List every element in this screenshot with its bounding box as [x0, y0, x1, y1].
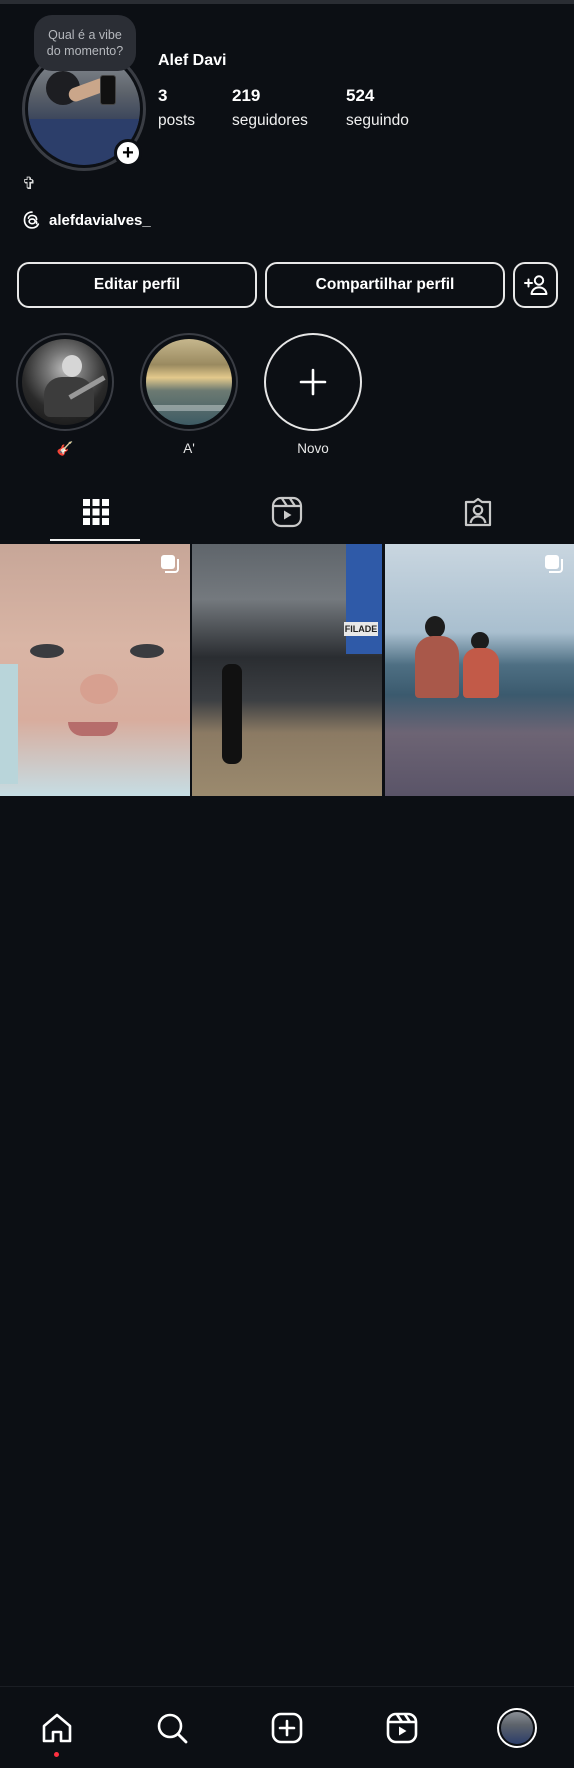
add-story-icon[interactable]: +: [114, 139, 142, 167]
stat-followers[interactable]: 219 seguidores: [232, 86, 308, 130]
carousel-icon: [545, 555, 563, 573]
stat-posts-count: 3: [158, 86, 168, 105]
discover-people-button[interactable]: [513, 262, 558, 308]
nav-profile[interactable]: [460, 1687, 574, 1768]
bottom-navigation: [0, 1686, 574, 1768]
reels-icon: [386, 1712, 418, 1744]
note-line2: do momento?: [46, 44, 124, 58]
add-person-icon: [523, 275, 547, 295]
post-thumbnail[interactable]: [0, 544, 190, 796]
tab-reels[interactable]: [191, 483, 382, 541]
stat-followers-label: seguidores: [232, 112, 308, 129]
tagged-icon: [464, 497, 491, 527]
highlight-label: Novo: [297, 441, 329, 456]
nav-search[interactable]: [115, 1687, 229, 1768]
building-sign: FILADE: [344, 622, 378, 636]
post-image: [385, 544, 574, 796]
plus-icon: [299, 368, 327, 396]
stat-following[interactable]: 524 seguindo: [346, 86, 409, 130]
threads-link[interactable]: alefdavialves_: [22, 210, 151, 230]
profile-name: Alef Davi: [158, 52, 227, 69]
tab-posts-grid[interactable]: [0, 483, 191, 541]
profile-tabs: [0, 483, 574, 541]
tab-indicator: [50, 539, 140, 541]
tab-tagged[interactable]: [382, 483, 573, 541]
post-thumbnail[interactable]: FILADE: [192, 544, 382, 796]
highlight-label: 🎸: [56, 441, 74, 456]
highlight-cover: [22, 339, 108, 425]
highlight-item[interactable]: 🎸: [16, 333, 114, 457]
stat-posts[interactable]: 3 posts: [158, 86, 195, 130]
post-image: FILADE: [192, 544, 382, 796]
stat-followers-count: 219: [232, 86, 261, 105]
create-post-icon: [271, 1712, 303, 1744]
search-icon: [157, 1713, 188, 1744]
notification-dot: [54, 1752, 59, 1757]
profile-screen: + Qual é a vibe do momento? Alef Davi 3 …: [0, 0, 574, 1768]
note-line1: Qual é a vibe: [48, 28, 122, 42]
grid-icon: [82, 499, 109, 525]
nav-create[interactable]: [230, 1687, 344, 1768]
nav-reels[interactable]: [345, 1687, 459, 1768]
highlight-label: A': [183, 441, 195, 456]
highlight-item[interactable]: A': [140, 333, 238, 456]
threads-icon: [23, 211, 40, 229]
stat-following-label: seguindo: [346, 112, 409, 129]
post-thumbnail[interactable]: [385, 544, 574, 796]
new-highlight[interactable]: Novo: [264, 333, 362, 456]
status-bar-strip: [0, 0, 574, 4]
reels-icon: [271, 496, 302, 528]
post-image: [0, 544, 190, 796]
threads-handle: alefdavialves_: [49, 211, 151, 229]
bio-text: ✞: [22, 174, 37, 193]
nav-home[interactable]: [0, 1687, 114, 1768]
share-profile-button[interactable]: Compartilhar perfil: [265, 262, 505, 308]
highlight-cover: [146, 339, 232, 425]
avatar: [497, 1708, 537, 1748]
edit-profile-button[interactable]: Editar perfil: [17, 262, 257, 308]
stat-following-count: 524: [346, 86, 375, 105]
carousel-icon: [161, 555, 179, 573]
stat-posts-label: posts: [158, 112, 196, 129]
note-bubble[interactable]: Qual é a vibe do momento?: [34, 15, 136, 71]
home-icon: [42, 1713, 72, 1743]
